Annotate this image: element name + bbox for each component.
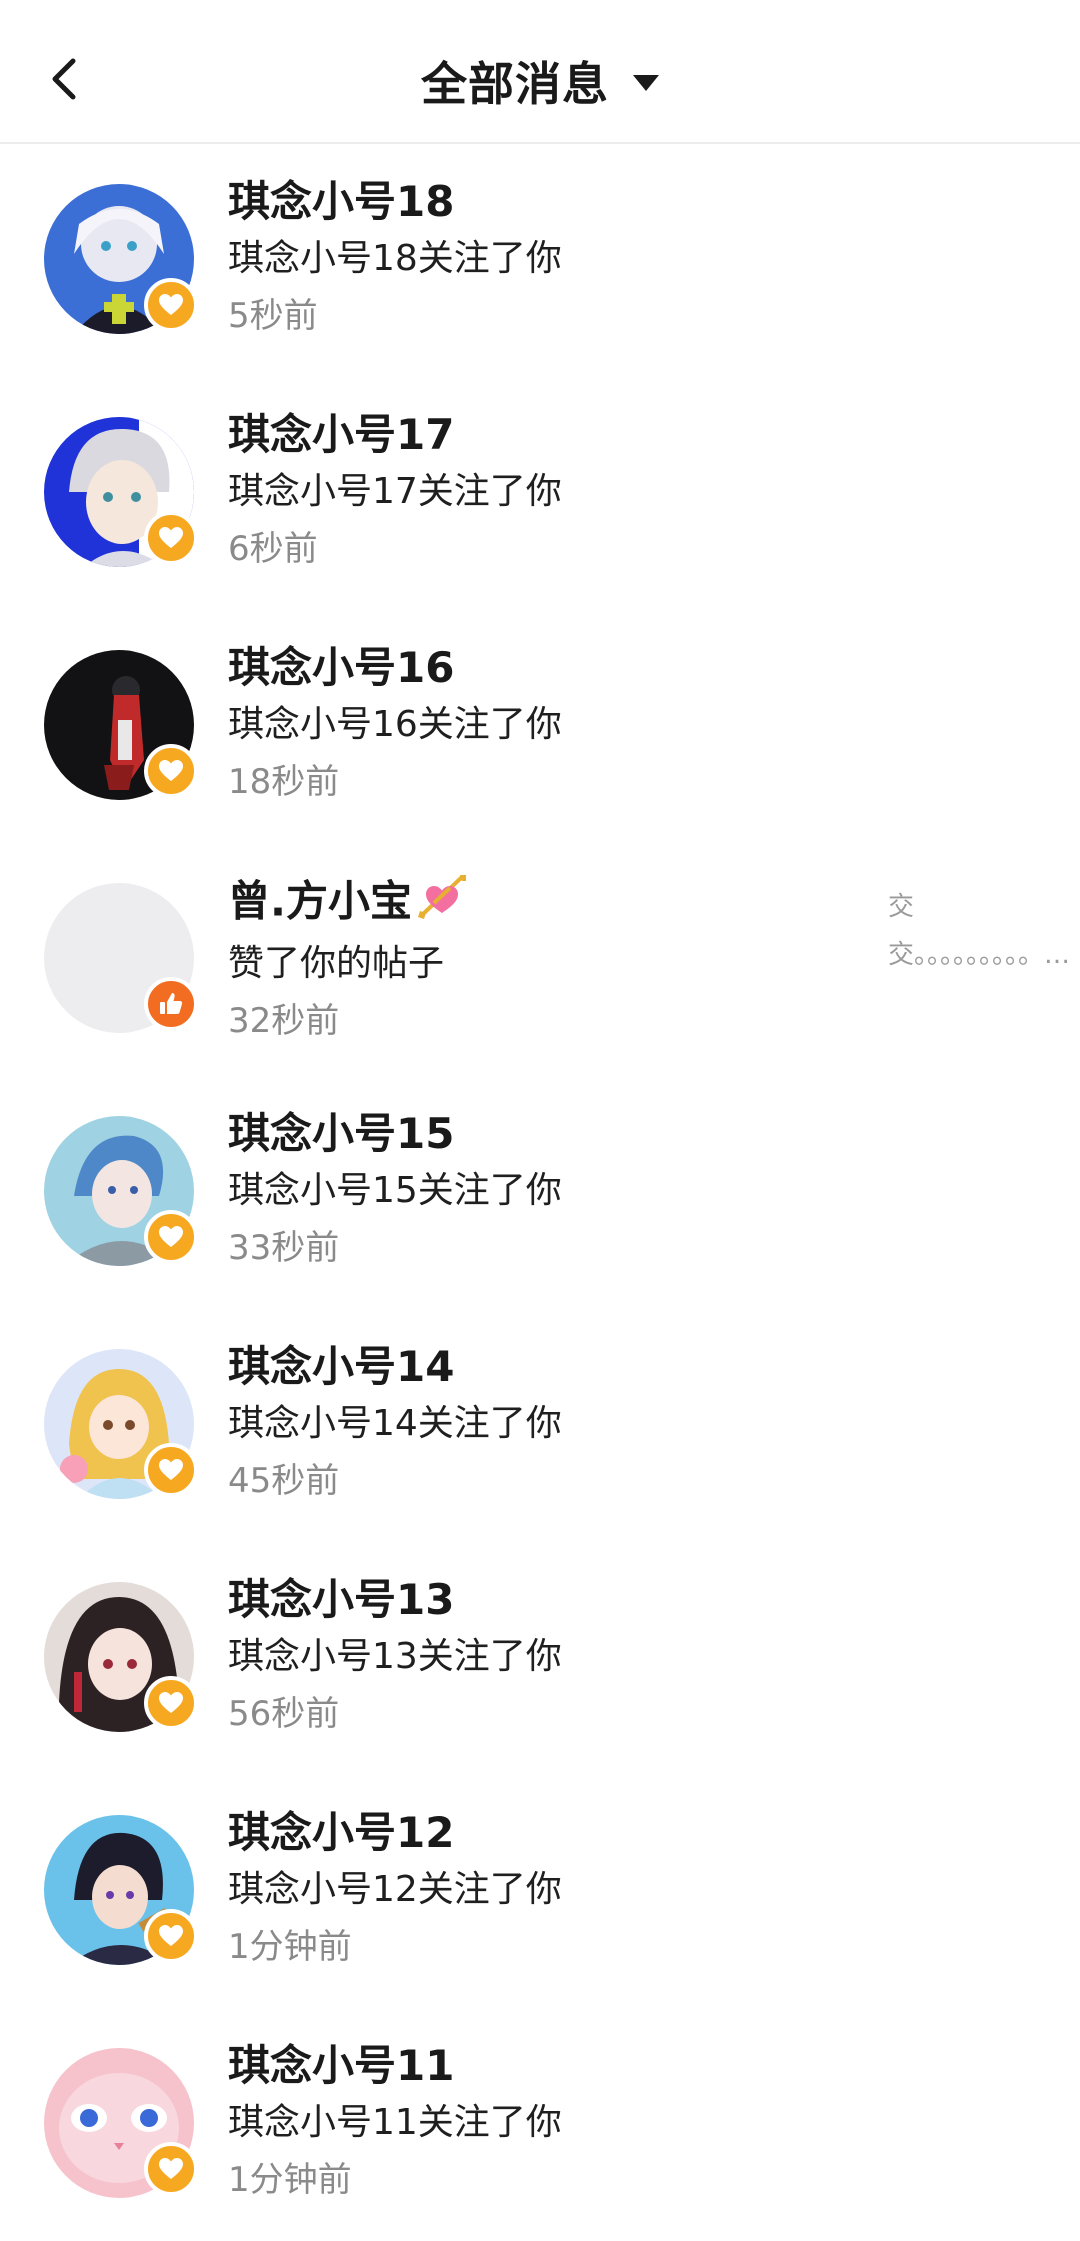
message-text: 赞了你的帖子 [228,943,445,984]
list-item[interactable]: 琪念小号11 琪念小号11关注了你 1分钟前 [0,2008,1080,2241]
header: 全部消息 [0,20,1080,144]
follow-badge [144,744,198,798]
avatar-container[interactable] [44,2048,198,2198]
heart-icon [159,294,183,315]
list-item[interactable]: 琪念小号17 琪念小号17关注了你 6秒前 [0,377,1080,610]
timestamp: 45秒前 [228,1461,340,1501]
caret-down-icon [633,75,659,91]
message-list: 琪念小号18 琪念小号18关注了你 5秒前 琪念小号17 琪念小号17关注了你 … [0,144,1080,2241]
sender-name[interactable]: 琪念小号15 [228,1106,860,1162]
follow-badge [144,278,198,332]
sender-name[interactable]: 琪念小号12 [228,1805,860,1861]
avatar-container[interactable] [44,1582,198,1732]
heart-with-arrow-icon [416,873,468,935]
timestamp: 1分钟前 [228,1927,352,1967]
avatar-container[interactable] [44,417,198,567]
sender-name[interactable]: 琪念小号18 [228,174,860,230]
heart-icon [159,527,183,548]
message-text: 琪念小号17关注了你 [228,471,562,512]
timestamp: 33秒前 [228,1228,340,1268]
heart-icon [159,1226,183,1247]
post-preview[interactable]: 交交。。。。。。。。。… [888,883,1070,979]
sender-name-text: 曾.方小宝 [228,876,412,926]
follow-badge [144,511,198,565]
status-bar [0,0,1080,20]
avatar-container[interactable] [44,184,198,334]
avatar-container[interactable] [44,650,198,800]
list-item[interactable]: 琪念小号15 琪念小号15关注了你 33秒前 [0,1076,1080,1309]
message-text: 琪念小号14关注了你 [228,1403,562,1444]
avatar-container[interactable] [44,883,198,1033]
timestamp: 1分钟前 [228,2160,352,2200]
heart-icon [159,1459,183,1480]
avatar-container[interactable] [44,1116,198,1266]
message-text: 琪念小号13关注了你 [228,1636,562,1677]
heart-icon [159,760,183,781]
list-item[interactable]: 曾.方小宝 赞了你的帖子 32秒前 交交。。。。。。。。。… [0,843,1080,1076]
sender-name[interactable]: 琪念小号13 [228,1572,860,1628]
thumbs-up-icon [160,993,183,1014]
message-text: 琪念小号12关注了你 [228,1869,562,1910]
follow-badge [144,1909,198,1963]
list-item[interactable]: 琪念小号18 琪念小号18关注了你 5秒前 [0,144,1080,377]
timestamp: 32秒前 [228,1001,340,1041]
avatar-container[interactable] [44,1815,198,1965]
follow-badge [144,2142,198,2196]
follow-badge [144,1676,198,1730]
heart-icon [159,2158,183,2179]
sender-name[interactable]: 琪念小号11 [228,2038,860,2094]
list-item[interactable]: 琪念小号16 琪念小号16关注了你 18秒前 [0,610,1080,843]
message-filter-dropdown[interactable]: 全部消息 [0,48,1080,114]
list-item[interactable]: 琪念小号14 琪念小号14关注了你 45秒前 [0,1309,1080,1542]
heart-icon [159,1925,183,1946]
like-badge [144,977,198,1031]
sender-name[interactable]: 琪念小号14 [228,1339,860,1395]
list-item[interactable]: 琪念小号13 琪念小号13关注了你 56秒前 [0,1542,1080,1775]
timestamp: 5秒前 [228,296,318,336]
follow-badge [144,1210,198,1264]
message-text: 琪念小号11关注了你 [228,2102,562,2143]
message-text: 琪念小号18关注了你 [228,238,562,279]
avatar-container[interactable] [44,1349,198,1499]
timestamp: 56秒前 [228,1694,340,1734]
follow-badge [144,1443,198,1497]
message-text: 琪念小号16关注了你 [228,704,562,745]
sender-name[interactable]: 琪念小号17 [228,407,860,463]
list-item[interactable]: 琪念小号12 琪念小号12关注了你 1分钟前 [0,1775,1080,2008]
timestamp: 6秒前 [228,529,318,569]
timestamp: 18秒前 [228,762,340,802]
sender-name[interactable]: 琪念小号16 [228,640,860,696]
page-title: 全部消息 [421,57,609,111]
sender-name[interactable]: 曾.方小宝 [228,873,860,935]
heart-icon [159,1692,183,1713]
message-text: 琪念小号15关注了你 [228,1170,562,1211]
